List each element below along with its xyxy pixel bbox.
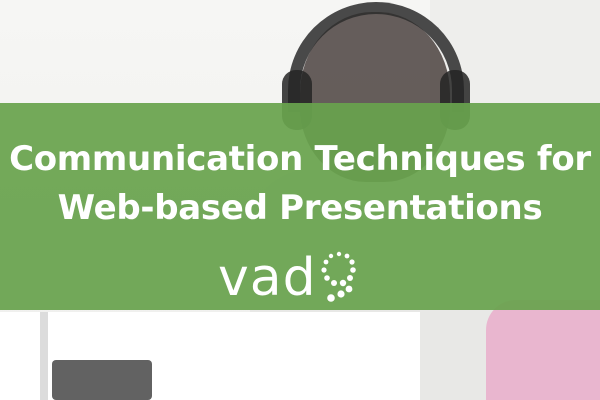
title-line-1: Communication Techniques for — [9, 139, 591, 179]
monitor-edge — [40, 312, 48, 400]
pink-sleeve — [486, 300, 600, 400]
vado-logo: vad — [218, 248, 359, 304]
logo-wordmark: vad — [218, 248, 317, 308]
title-line-2: Web-based Presentations — [57, 188, 543, 228]
bottle — [52, 360, 152, 400]
dotted-o-logo-icon — [321, 251, 356, 302]
